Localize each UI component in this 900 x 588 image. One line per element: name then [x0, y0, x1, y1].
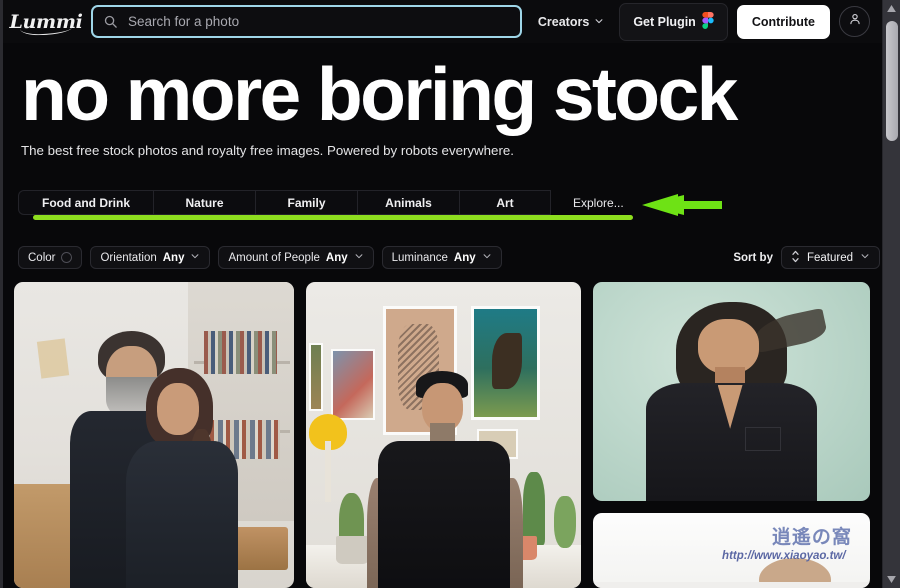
chevron-down-icon — [482, 251, 492, 264]
site-header: Lummi Creators Get Plugin — [3, 0, 882, 43]
search-icon — [103, 14, 119, 29]
tab-label: Nature — [185, 195, 224, 210]
get-plugin-label: Get Plugin — [633, 14, 696, 29]
page-title: no more boring stock — [21, 52, 738, 136]
lummi-page: Lummi Creators Get Plugin — [0, 0, 900, 588]
grid-column-1 — [14, 282, 294, 588]
tab-family[interactable]: Family — [255, 190, 357, 215]
chevron-down-icon — [860, 251, 870, 264]
header-nav: Creators Get Plugin Contribute — [532, 2, 870, 41]
tab-art[interactable]: Art — [459, 190, 551, 215]
photo-card-2[interactable] — [306, 282, 581, 588]
search-bar[interactable] — [91, 5, 522, 38]
filter-label: Luminance — [391, 251, 448, 264]
vertical-scrollbar[interactable] — [882, 0, 900, 588]
filter-luminance[interactable]: Luminance Any — [381, 246, 502, 269]
sort-select[interactable]: Featured — [780, 246, 880, 269]
tab-label: Animals — [385, 195, 432, 210]
scrollbar-thumb[interactable] — [885, 21, 898, 141]
filter-bar: Color Orientation Any Amount of People A… — [18, 246, 880, 269]
hero-section: no more boring stock The best free stock… — [3, 43, 882, 158]
photo-image-2 — [306, 282, 581, 588]
photo-card-4[interactable]: 逍遙の窩 http://www.xiaoyao.tw/ — [593, 513, 870, 588]
photo-grid: 逍遙の窩 http://www.xiaoyao.tw/ — [14, 282, 878, 588]
scroll-up-arrow-icon[interactable] — [883, 0, 900, 17]
filter-color[interactable]: Color — [18, 246, 83, 269]
chevron-down-icon — [594, 15, 604, 29]
photo-image-1 — [14, 282, 294, 588]
filter-orientation[interactable]: Orientation Any — [90, 246, 211, 269]
filter-value: Any — [453, 251, 476, 264]
lummi-logo[interactable]: Lummi — [9, 7, 83, 37]
annotation-arrow-icon — [638, 189, 722, 221]
creators-menu[interactable]: Creators — [532, 9, 610, 35]
user-icon — [848, 12, 862, 31]
filter-label: Orientation — [100, 251, 157, 264]
scrollbar-track[interactable] — [883, 17, 900, 571]
tab-food-and-drink[interactable]: Food and Drink — [18, 190, 153, 215]
scroll-down-arrow-icon[interactable] — [883, 571, 900, 588]
creators-label: Creators — [537, 14, 590, 29]
photo-image-4 — [593, 513, 870, 588]
tab-label: Food and Drink — [42, 195, 130, 210]
photo-card-3[interactable] — [593, 282, 870, 501]
figma-icon — [702, 11, 714, 32]
sort-by-label: Sort by — [733, 251, 773, 264]
tab-explore[interactable]: Explore... — [551, 190, 634, 215]
color-circle-icon — [61, 252, 73, 263]
tab-label: Family — [287, 195, 326, 210]
sort-group: Sort by Featured — [733, 246, 880, 269]
photo-image-3 — [593, 282, 870, 501]
tab-animals[interactable]: Animals — [357, 190, 459, 215]
logo-swash-icon — [19, 26, 73, 36]
category-tabs: Food and Drink Nature Family Animals Art… — [18, 190, 878, 215]
search-input[interactable] — [128, 14, 510, 29]
sort-value: Featured — [806, 251, 853, 264]
filter-value: Any — [325, 251, 348, 264]
get-plugin-button[interactable]: Get Plugin — [619, 2, 728, 41]
grid-column-2 — [306, 282, 581, 588]
contribute-button[interactable]: Contribute — [736, 4, 830, 39]
photo-card-1[interactable] — [14, 282, 294, 588]
page-subtitle: The best free stock photos and royalty f… — [21, 142, 514, 158]
account-avatar-button[interactable] — [839, 6, 870, 37]
filter-label: Amount of People — [228, 251, 320, 264]
filter-value: Any — [162, 251, 185, 264]
filter-label: Color — [28, 251, 56, 264]
tab-label: Explore... — [573, 195, 624, 210]
grid-column-3: 逍遙の窩 http://www.xiaoyao.tw/ — [593, 282, 870, 588]
chevron-down-icon — [190, 251, 200, 264]
filter-amount-of-people[interactable]: Amount of People Any — [218, 246, 374, 269]
tab-nature[interactable]: Nature — [153, 190, 255, 215]
tab-label: Art — [496, 195, 514, 210]
chevron-down-icon — [354, 251, 364, 264]
window-left-edge — [0, 0, 3, 588]
sort-updown-icon — [791, 250, 800, 266]
annotation-underline — [33, 215, 633, 220]
